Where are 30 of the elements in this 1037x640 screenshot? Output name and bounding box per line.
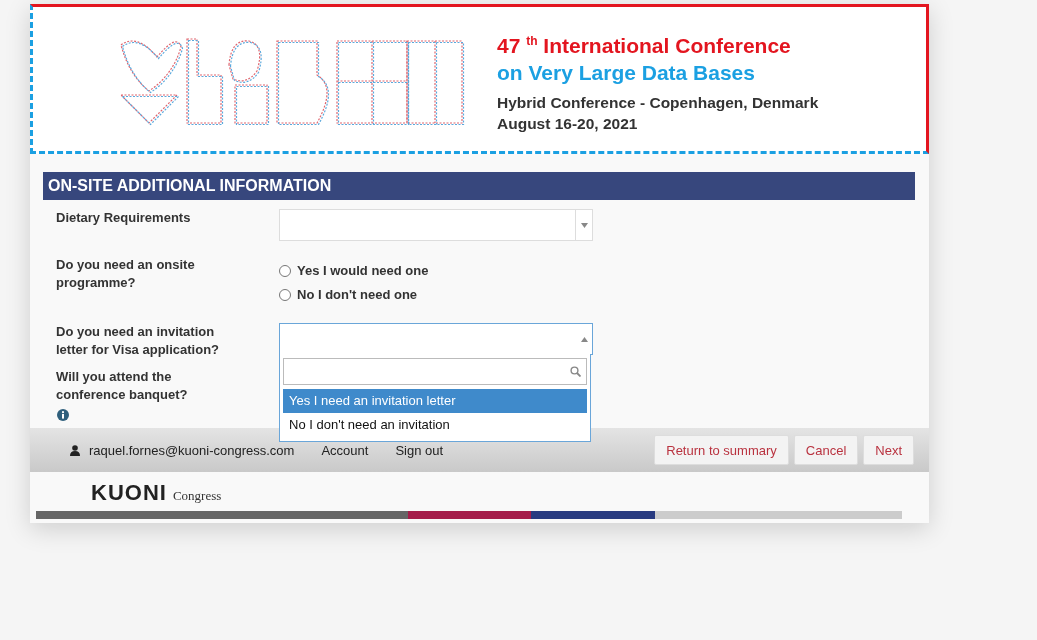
select-field[interactable] xyxy=(279,323,593,355)
conference-dates: August 16-20, 2021 xyxy=(497,114,639,134)
footer-link[interactable]: Account xyxy=(321,442,369,458)
footer-link[interactable]: Sign out xyxy=(395,442,444,458)
nav-button[interactable]: Cancel xyxy=(793,435,859,465)
conference-subtitle: on Very Large Data Bases xyxy=(497,60,756,86)
dropdown-option[interactable]: Yes I need an invitation letter xyxy=(283,389,587,413)
radio-button[interactable] xyxy=(279,264,291,277)
nav-button[interactable]: Return to summary xyxy=(654,435,789,465)
field-label: Will you attend the conference banquet? xyxy=(56,368,189,404)
section-header: ON-SITE ADDITIONAL INFORMATION xyxy=(43,172,915,200)
brand-tagline: Congress xyxy=(172,487,222,505)
info-icon[interactable] xyxy=(57,409,69,421)
caret-icon xyxy=(580,336,588,342)
radio-label[interactable]: No I don't need one xyxy=(297,287,418,302)
brand-name: KUONI xyxy=(91,481,167,505)
dropdown-option[interactable]: No I don't need an invitation xyxy=(283,413,587,437)
conference-title: 47 $^{th}$ International Conference xyxy=(497,33,792,59)
user-email[interactable]: raquel.fornes@kuoni-congress.com xyxy=(89,442,295,458)
caret-icon xyxy=(580,222,588,228)
radio-label[interactable]: Yes I would need one xyxy=(297,263,429,278)
field-label: Do you need an invitation letter for Visa application? xyxy=(56,323,221,359)
search-icon xyxy=(570,366,581,377)
field-label: Do you need an onsite programme? xyxy=(56,256,196,292)
field-label: Dietary Requirements xyxy=(56,209,192,227)
conference-location: Hybrid Conference - Copenhagen, Denmark xyxy=(497,93,819,113)
nav-button[interactable]: Next xyxy=(863,435,914,465)
user-icon xyxy=(70,444,80,456)
search-field[interactable] xyxy=(283,358,587,385)
radio-button[interactable] xyxy=(279,288,291,301)
